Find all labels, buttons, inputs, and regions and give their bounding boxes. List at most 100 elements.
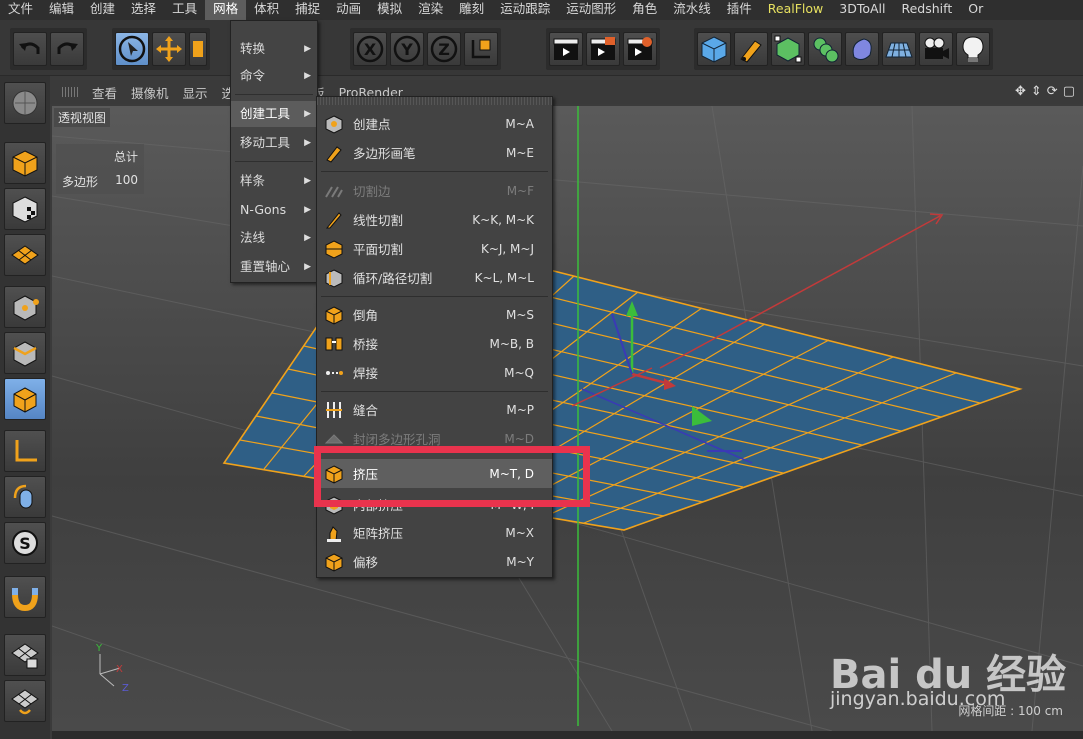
viewport-menu-cameras[interactable]: 摄像机 xyxy=(131,83,169,102)
menu-pipeline[interactable]: 流水线 xyxy=(665,0,719,20)
menu-tools[interactable]: 工具 xyxy=(164,0,205,20)
submenu-item-bridge[interactable]: 桥接 M~B, B xyxy=(317,329,552,358)
render-view-icon[interactable] xyxy=(549,32,583,66)
submenu-item-polygon-pen[interactable]: 多边形画笔 M~E xyxy=(317,138,552,167)
edge-cut-icon xyxy=(323,180,345,202)
menu-animate[interactable]: 动画 xyxy=(328,0,369,20)
menu-realflow[interactable]: RealFlow xyxy=(760,0,831,20)
undo-icon[interactable] xyxy=(13,32,47,66)
bevel-icon xyxy=(323,304,345,326)
subdivision-icon[interactable] xyxy=(771,32,805,66)
light-icon[interactable] xyxy=(956,32,990,66)
polygons-mode-icon[interactable] xyxy=(4,378,46,420)
menu-simulate[interactable]: 模拟 xyxy=(369,0,410,20)
mesh-menu-item-convert[interactable]: 转换 ▶ xyxy=(231,36,317,62)
menu-character[interactable]: 角色 xyxy=(624,0,665,20)
submenu-item-stitch[interactable]: 缝合 M~P xyxy=(317,395,552,424)
submenu-item-bevel[interactable]: 倒角 M~S xyxy=(317,300,552,329)
left-tool-palette: S xyxy=(0,76,50,739)
mesh-menu-item-normals[interactable]: 法线 ▶ xyxy=(231,225,317,251)
redo-icon[interactable] xyxy=(50,32,84,66)
pan-icon[interactable]: ✥ xyxy=(1015,84,1026,99)
mesh-menu-item-reset-axis[interactable]: 重置轴心 ▶ xyxy=(231,254,317,280)
viewport-menu-view[interactable]: 查看 xyxy=(92,83,117,102)
y-axis-icon[interactable]: Y xyxy=(390,32,424,66)
floor-icon[interactable] xyxy=(882,32,916,66)
submenu-divider xyxy=(321,171,548,172)
make-editable-icon[interactable] xyxy=(4,82,46,124)
dolly-icon[interactable]: ⇕ xyxy=(1031,84,1042,99)
submenu-item-knife[interactable]: 线性切割 K~K, M~K xyxy=(317,205,552,234)
points-mode-icon[interactable] xyxy=(4,286,46,328)
menu-sculpt[interactable]: 雕刻 xyxy=(451,0,492,20)
viewport-menu-display[interactable]: 显示 xyxy=(183,83,208,102)
texture-mode-icon[interactable] xyxy=(4,188,46,230)
timeline-strip[interactable] xyxy=(52,731,1083,739)
mesh-menu-item-move-tools[interactable]: 移动工具 ▶ xyxy=(231,130,317,156)
mesh-menu-item-create-tools[interactable]: 创建工具 ▶ xyxy=(231,101,317,127)
render-settings-icon[interactable] xyxy=(623,32,657,66)
menu-file[interactable]: 文件 xyxy=(0,0,41,20)
maximize-icon[interactable]: ▢ xyxy=(1063,84,1075,99)
submenu-item-weld[interactable]: 焊接 M~Q xyxy=(317,358,552,387)
mesh-menu-item-ngons[interactable]: N-Gons ▶ xyxy=(231,197,317,223)
solo-icon[interactable]: S xyxy=(4,522,46,564)
axis-mode-icon[interactable] xyxy=(4,430,46,472)
menu-motion-tracker[interactable]: 运动跟踪 xyxy=(492,0,558,20)
submenu-item-edge-cut[interactable]: 切割边 M~F xyxy=(317,176,552,205)
menu-snap[interactable]: 捕捉 xyxy=(287,0,328,20)
menu-edit[interactable]: 编辑 xyxy=(41,0,82,20)
menu-render[interactable]: 渲染 xyxy=(410,0,451,20)
svg-text:Y: Y xyxy=(95,643,103,654)
submenu-item-matrix-extrude[interactable]: 矩阵挤压 M~X xyxy=(317,518,552,547)
z-axis-icon[interactable]: Z xyxy=(427,32,461,66)
hud-polygons-label: 多边形 xyxy=(62,175,99,189)
edges-mode-icon[interactable] xyxy=(4,332,46,374)
menu-redshift[interactable]: Redshift xyxy=(893,0,960,20)
workplane-lock-icon[interactable] xyxy=(4,680,46,722)
move-icon[interactable] xyxy=(152,32,186,66)
menu-create[interactable]: 创建 xyxy=(82,0,123,20)
viewport-nav-icons: ✥ ⇕ ⟳ ▢ xyxy=(1015,84,1075,99)
array-icon[interactable] xyxy=(808,32,842,66)
model-mode-icon[interactable] xyxy=(4,142,46,184)
submenu-item-offset[interactable]: 偏移 M~Y xyxy=(317,547,552,576)
viewport-header: 查看 摄像机 显示 选项 过滤 面板 ProRender ✥ ⇕ ⟳ ▢ xyxy=(50,80,1083,104)
transform-group xyxy=(112,28,210,70)
deformer-icon[interactable] xyxy=(845,32,879,66)
menu-plugins[interactable]: 插件 xyxy=(719,0,760,20)
weld-icon xyxy=(323,362,345,384)
submenu-item-plane-cut[interactable]: 平面切割 K~J, M~J xyxy=(317,234,552,263)
submenu-item-loop-cut[interactable]: 循环/路径切割 K~L, M~L xyxy=(317,263,552,292)
knife-icon xyxy=(323,209,345,231)
camera-icon[interactable] xyxy=(919,32,953,66)
menu-select[interactable]: 选择 xyxy=(123,0,164,20)
lock-grid-icon[interactable] xyxy=(4,634,46,676)
workplane-icon[interactable] xyxy=(4,234,46,276)
menu-mograph[interactable]: 运动图形 xyxy=(558,0,624,20)
loop-cut-icon xyxy=(323,267,345,289)
viewport-grip[interactable] xyxy=(62,87,78,97)
menu-volume[interactable]: 体积 xyxy=(246,0,287,20)
menu-overflow[interactable]: Or xyxy=(960,0,991,20)
mesh-menu-item-commands[interactable]: 命令 ▶ xyxy=(231,63,317,89)
menu-mesh[interactable]: 网格 xyxy=(205,0,247,20)
menu-3dtoall[interactable]: 3DToAll xyxy=(831,0,893,20)
pen-icon[interactable] xyxy=(734,32,768,66)
submenu-item-create-point[interactable]: 创建点 M~A xyxy=(317,109,552,138)
coord-icon[interactable] xyxy=(464,32,498,66)
x-axis-icon[interactable]: X xyxy=(353,32,387,66)
menu-bar: 文件 编辑 创建 选择 工具 网格 体积 捕捉 动画 模拟 渲染 雕刻 运动跟踪… xyxy=(0,0,1083,20)
tweak-mode-icon[interactable] xyxy=(4,476,46,518)
matrix-extrude-icon xyxy=(323,522,345,544)
mesh-menu-item-spline[interactable]: 样条 ▶ xyxy=(231,168,317,194)
scale-icon[interactable] xyxy=(189,32,207,66)
cube-icon[interactable] xyxy=(697,32,731,66)
select-icon[interactable] xyxy=(115,32,149,66)
chevron-right-icon: ▶ xyxy=(304,205,311,215)
rotate-icon[interactable]: ⟳ xyxy=(1047,84,1058,99)
render-icon[interactable] xyxy=(586,32,620,66)
snap-icon[interactable] xyxy=(4,576,46,618)
svg-text:S: S xyxy=(19,534,31,553)
plane-cut-icon xyxy=(323,238,345,260)
